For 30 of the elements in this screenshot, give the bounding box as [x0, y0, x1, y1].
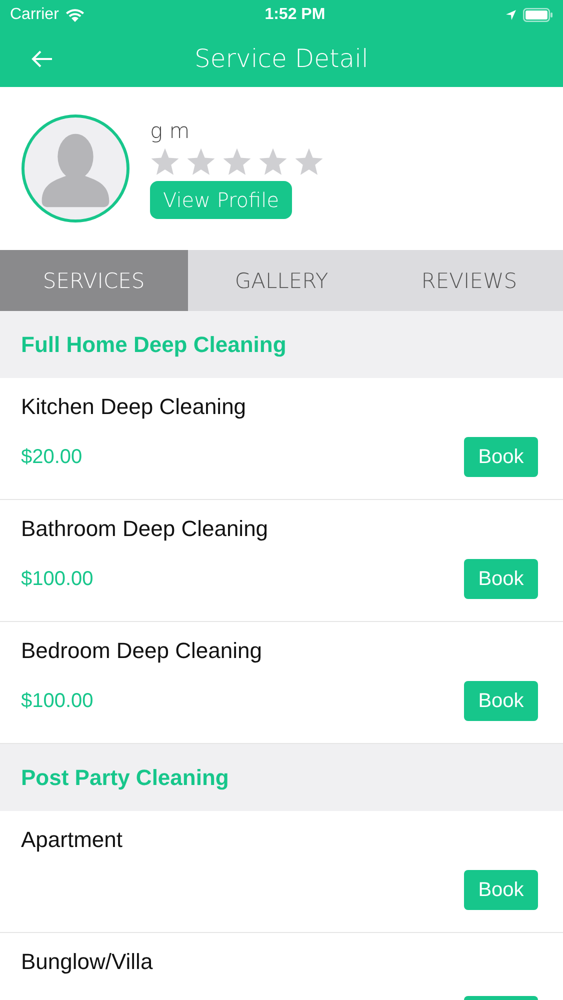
service-name: Kitchen Deep Cleaning	[21, 394, 248, 420]
book-button[interactable]: Book	[464, 681, 538, 721]
screen-title: Service Detail	[194, 44, 368, 73]
service-price: $20.00	[21, 446, 82, 468]
star-icon	[222, 146, 252, 176]
service-name: Bedroom Deep Cleaning	[21, 638, 263, 664]
book-button[interactable]: Book	[464, 870, 538, 910]
carrier-name: Carrier	[10, 6, 59, 24]
category-title: Full Home Deep Cleaning	[21, 332, 286, 358]
view-profile-button[interactable]: View Profile	[150, 180, 292, 218]
category-title: Post Party Cleaning	[21, 764, 229, 790]
book-button[interactable]: Book	[464, 559, 538, 599]
status-time: 1:52 PM	[264, 6, 326, 24]
service-name: Bunglow/Villa	[21, 949, 154, 975]
battery-icon	[522, 8, 553, 22]
star-icon	[258, 146, 288, 176]
wifi-icon	[64, 8, 85, 22]
service-name: Apartment	[21, 827, 124, 853]
tab[interactable]: SERVICES	[0, 250, 188, 311]
avatar-icon	[21, 114, 130, 223]
star-icon	[150, 146, 180, 176]
service-price: $100.00	[21, 690, 94, 712]
location-arrow-icon	[504, 9, 517, 21]
back-arrow-icon[interactable]	[31, 50, 53, 68]
provider-name: g m	[150, 118, 190, 142]
book-button[interactable]: Book	[464, 437, 538, 477]
service-name: Bathroom Deep Cleaning	[21, 516, 270, 542]
star-icon	[294, 146, 324, 176]
star-icon	[186, 146, 216, 176]
service-price: $100.00	[21, 568, 94, 590]
